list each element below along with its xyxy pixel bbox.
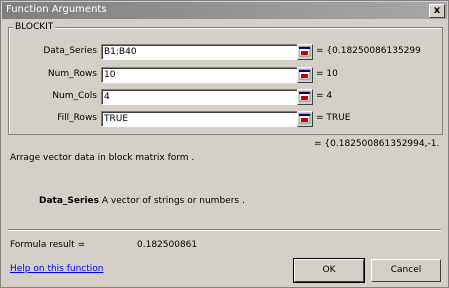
close-icon: x	[433, 5, 441, 16]
fill-rows-input[interactable]: TRUE	[101, 111, 298, 127]
num-rows-result: = 10	[316, 69, 338, 79]
data-series-result: = {0.18250086135299	[316, 46, 421, 56]
function-arguments-dialog: Function Arguments x BLOCKIT Data_Series…	[0, 0, 449, 288]
num-cols-result: = 4	[316, 91, 333, 101]
data-series-collapse-button[interactable]	[297, 44, 313, 60]
function-name: BLOCKIT	[13, 22, 56, 32]
num-rows-collapse-button[interactable]	[297, 67, 313, 83]
function-result-preview: = {0.182500861352994,-1.	[314, 139, 440, 149]
window-title: Function Arguments	[6, 4, 107, 15]
num-rows-input[interactable]: 10	[101, 67, 298, 83]
collapse-dialog-icon	[299, 113, 311, 124]
fill-rows-collapse-button[interactable]	[297, 111, 313, 127]
help-link[interactable]: Help on this function	[10, 264, 104, 274]
fill-rows-result: = TRUE	[316, 113, 351, 123]
data-series-input[interactable]: B1:B40	[101, 44, 298, 60]
title-bar[interactable]: Function Arguments x	[2, 2, 447, 19]
argument-help-text: A vector of strings or numbers .	[99, 196, 245, 206]
num-cols-input[interactable]: 4	[101, 89, 298, 105]
collapse-dialog-icon	[299, 91, 311, 102]
argument-help-name: Data_Series	[39, 196, 99, 206]
arg-label-data-series: Data_Series	[43, 46, 97, 56]
formula-result-label: Formula result =	[10, 240, 86, 250]
close-button[interactable]: x	[429, 4, 445, 18]
function-description: Arrage vector data in block matrix form …	[10, 153, 195, 163]
separator	[8, 229, 441, 231]
arg-label-num-cols: Num_Cols	[52, 91, 97, 101]
argument-help: Data_Series A vector of strings or numbe…	[39, 196, 245, 206]
arg-label-num-rows: Num_Rows	[47, 69, 97, 79]
ok-button[interactable]: OK	[293, 258, 365, 283]
num-cols-collapse-button[interactable]	[297, 89, 313, 105]
arg-label-fill-rows: Fill_Rows	[57, 113, 97, 123]
cancel-button[interactable]: Cancel	[371, 259, 441, 282]
formula-result-value: 0.182500861	[137, 240, 198, 250]
collapse-dialog-icon	[299, 69, 311, 80]
collapse-dialog-icon	[299, 46, 311, 57]
